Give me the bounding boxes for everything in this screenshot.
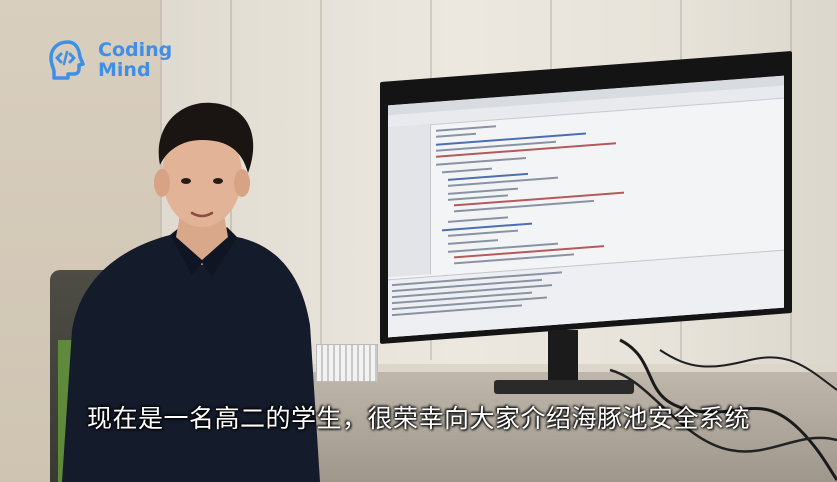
logo-line-1: Coding	[98, 39, 173, 61]
screen-sidebar	[388, 124, 431, 278]
video-subtitle: 现在是一名高二的学生，很荣幸向大家介绍海豚池安全系统	[86, 404, 750, 433]
logo-line-2: Mind	[98, 59, 151, 81]
brain-code-icon	[49, 40, 85, 80]
monitor	[380, 51, 792, 344]
monitor-screen	[388, 75, 784, 338]
coding-mind-logo: Coding Mind	[46, 38, 172, 82]
video-frame: Coding Mind 现在是一名高二的学生，很荣幸向大家介绍海豚池安全系统	[0, 0, 837, 482]
screen-code-editor	[432, 100, 782, 274]
logo-wordmark: Coding Mind	[98, 40, 172, 80]
